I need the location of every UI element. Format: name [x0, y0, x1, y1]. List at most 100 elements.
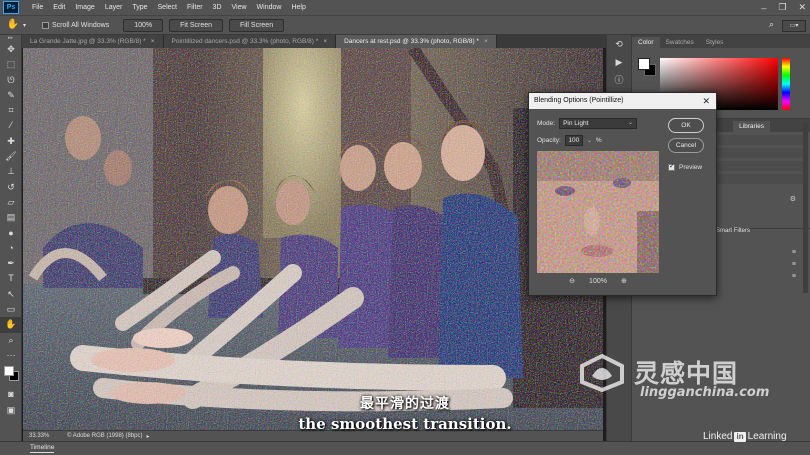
quick-select-icon[interactable]: ✎ — [0, 88, 22, 103]
zoom-icon[interactable]: ⌕ — [0, 333, 22, 348]
tab-libraries[interactable]: Libraries — [733, 121, 770, 132]
filter-preview-image[interactable] — [537, 151, 659, 273]
ok-button[interactable]: OK — [668, 118, 704, 133]
close-icon[interactable]: × — [151, 38, 155, 45]
menu-help[interactable]: Help — [286, 0, 310, 15]
close-icon[interactable]: ✕ — [702, 93, 710, 109]
menu-file[interactable]: File — [27, 0, 48, 15]
opacity-dropdown-icon[interactable]: ⌄ — [587, 137, 592, 144]
tab-color[interactable]: Color — [632, 37, 660, 48]
hue-slider[interactable] — [782, 58, 790, 110]
tab-styles[interactable]: Styles — [700, 37, 730, 48]
path-select-icon[interactable]: ↖ — [0, 287, 22, 302]
opacity-unit: % — [595, 137, 602, 144]
foreground-color-chip[interactable] — [638, 58, 650, 70]
tab-la-grande-jatte[interactable]: La Grande Jatte.jpg @ 33.3% (RGB/8) * × — [22, 35, 164, 48]
blend-mode-select[interactable]: Pin Light ⌄ — [559, 118, 638, 129]
panel-scrollbar[interactable] — [803, 123, 808, 293]
status-zoom-value[interactable]: 33.33% — [29, 433, 59, 439]
linkedin-in-badge: in — [734, 431, 746, 442]
menu-layer[interactable]: Layer — [100, 0, 128, 15]
type-icon[interactable]: T — [0, 271, 22, 286]
hand-icon[interactable]: ✋ — [0, 317, 22, 333]
status-document-info: © Adobe RGB (1998) (8bpc) — [67, 433, 143, 439]
blending-options-icon[interactable]: ≡ — [792, 261, 796, 268]
scroll-all-windows-label: Scroll All Windows — [52, 21, 110, 29]
scroll-all-windows-checkbox[interactable] — [42, 21, 50, 29]
window-controls: – ❐ ✕ — [761, 0, 806, 15]
workspace-switcher-icon[interactable]: ▭▾ — [782, 20, 806, 32]
menu-filter[interactable]: Filter — [182, 0, 208, 15]
dialog-titlebar[interactable]: Blending Options (Pointillize) ✕ — [529, 93, 716, 109]
dialog-title: Blending Options (Pointillize) — [534, 97, 624, 104]
blur-icon[interactable]: ● — [0, 226, 22, 241]
opacity-input[interactable]: 100 — [564, 135, 583, 146]
close-icon[interactable]: × — [323, 38, 327, 45]
history-brush-icon[interactable]: ↺ — [0, 180, 22, 195]
more-tools-icon[interactable]: ··· — [0, 348, 22, 363]
tab-dancers-at-rest[interactable]: Dancers at rest.psd @ 33.3% (photo, RGB/… — [336, 35, 497, 48]
pen-icon[interactable]: ✒ — [0, 256, 22, 271]
scroll-all-windows-option[interactable]: Scroll All Windows — [42, 21, 110, 29]
status-menu-arrow-icon[interactable]: ▸ — [146, 433, 149, 440]
tab-pointillized-dancers[interactable]: Pointillized dancers.psd @ 33.3% (photo,… — [163, 35, 337, 48]
search-icon[interactable]: ⌕ — [769, 19, 774, 30]
rectangle-icon[interactable]: ▭ — [0, 302, 22, 317]
options-bar: ✋ ▾ Scroll All Windows 100% Fit Screen F… — [0, 15, 810, 35]
opacity-row: Opacity: 100 ⌄ % — [537, 135, 602, 146]
preview-checkbox[interactable] — [668, 162, 675, 171]
healing-icon[interactable]: ✚ — [0, 134, 22, 149]
close-icon[interactable]: × — [484, 38, 488, 45]
timeline-tab[interactable]: Timeline — [30, 444, 55, 453]
fill-screen-button[interactable]: Fill Screen — [229, 18, 285, 32]
blending-options-dialog: Blending Options (Pointillize) ✕ Mode: P… — [528, 92, 717, 296]
chevron-down-icon: ⌄ — [628, 120, 634, 126]
brush-icon[interactable]: 🖌 — [0, 149, 22, 164]
video-subtitles: 最平滑的过渡 the smoothest transition. — [0, 393, 810, 433]
crop-icon[interactable]: ⌗ — [0, 103, 22, 118]
info-icon[interactable]: ⓘ — [607, 71, 631, 89]
stamp-icon[interactable]: ⊥ — [0, 164, 22, 179]
menu-image[interactable]: Image — [70, 0, 99, 15]
preview-zoom-value: 100% — [589, 277, 607, 285]
document-canvas[interactable] — [23, 48, 603, 430]
dodge-icon[interactable]: ◔ — [0, 241, 22, 256]
fit-screen-button[interactable]: Fit Screen — [169, 18, 224, 32]
document-tabs: La Grande Jatte.jpg @ 33.3% (RGB/8) * × P… — [22, 35, 626, 48]
toolbar-collapse-icon[interactable]: ▸▸ — [0, 35, 21, 42]
menu-3d[interactable]: 3D — [208, 0, 227, 15]
tool-preset-arrow-icon[interactable]: ▾ — [23, 22, 26, 29]
blending-options-icon[interactable]: ≡ — [792, 249, 796, 256]
filter-visibility-icon[interactable]: ⚙ — [790, 195, 796, 203]
eraser-icon[interactable]: ▱ — [0, 195, 22, 210]
menu-type[interactable]: Type — [127, 0, 152, 15]
zoom-out-icon[interactable]: ⊖ — [569, 277, 575, 285]
blending-options-icon[interactable]: ≡ — [792, 273, 796, 280]
gradient-icon[interactable]: ▤ — [0, 210, 22, 225]
close-icon[interactable]: ✕ — [798, 2, 806, 13]
menu-edit[interactable]: Edit — [48, 0, 70, 15]
zoom-100-button[interactable]: 100% — [123, 18, 164, 32]
tab-label: La Grande Jatte.jpg @ 33.3% (RGB/8) * — [30, 38, 146, 45]
play-actions-icon[interactable]: ▶ — [607, 53, 631, 71]
menu-window[interactable]: Window — [252, 0, 287, 15]
preview-option[interactable]: Preview — [668, 162, 702, 171]
hand-icon[interactable]: ✋ — [4, 17, 22, 33]
color-swatches[interactable] — [0, 363, 22, 387]
eyedropper-icon[interactable]: ⁄ — [0, 118, 22, 133]
minimize-icon[interactable]: – — [761, 3, 766, 13]
restore-icon[interactable]: ❐ — [778, 2, 786, 13]
marquee-icon[interactable]: ⬚ — [0, 57, 22, 72]
menu-view[interactable]: View — [227, 0, 252, 15]
dancers-photo — [23, 48, 603, 430]
smart-filters-label[interactable]: Smart Filters — [716, 228, 750, 234]
move-icon[interactable]: ✥ — [0, 42, 22, 57]
timeline-bar: Timeline — [0, 441, 810, 455]
cancel-button[interactable]: Cancel — [668, 138, 704, 153]
zoom-in-icon[interactable]: ⊕ — [621, 277, 627, 285]
lasso-icon[interactable]: ᘎ — [0, 73, 22, 88]
history-icon[interactable]: ⟲ — [607, 35, 631, 53]
tab-swatches[interactable]: Swatches — [660, 37, 700, 48]
menu-select[interactable]: Select — [153, 0, 182, 15]
foreground-color-swatch[interactable] — [4, 366, 14, 377]
